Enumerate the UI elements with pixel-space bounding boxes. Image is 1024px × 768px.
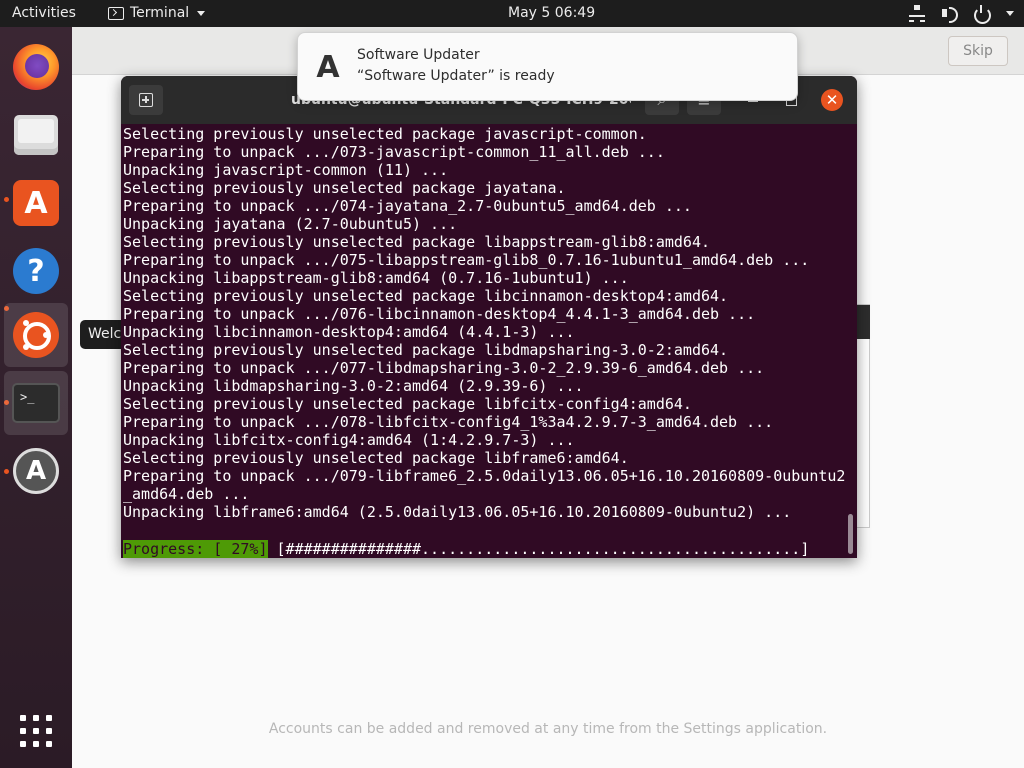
terminal-window[interactable]: ubuntu@ubuntu-Standard-PC-Q35-ICH9-2009:… (121, 76, 857, 558)
terminal-line: Selecting previously unselected package … (123, 125, 647, 143)
chevron-down-icon (197, 10, 206, 16)
notification-body: “Software Updater” is ready (357, 68, 555, 84)
terminal-line: Unpacking libdmapsharing-3.0-2:amd64 (2.… (123, 377, 584, 395)
close-icon[interactable]: ✕ (821, 89, 843, 111)
progress-label: Progress: [ 27%] (123, 540, 268, 558)
terminal-icon (108, 6, 124, 20)
terminal-icon: >_ (12, 383, 60, 423)
terminal-line: _amd64.deb ... (123, 485, 250, 503)
dock-item-firefox[interactable] (4, 35, 68, 99)
activities-button[interactable]: Activities (12, 5, 76, 21)
dock-item-software-updater[interactable]: A (4, 439, 68, 503)
terminal-line: Unpacking jayatana (2.7-0ubuntu5) ... (123, 215, 458, 233)
power-icon[interactable] (972, 4, 991, 24)
terminal-line: Unpacking libcinnamon-desktop4:amd64 (4.… (123, 323, 575, 341)
progress-line: Progress: [ 27%] [###############.......… (123, 540, 809, 558)
new-tab-icon (139, 93, 153, 107)
terminal-output[interactable]: Selecting previously unselected package … (123, 125, 845, 558)
terminal-line: Selecting previously unselected package … (123, 449, 629, 467)
show-apps-icon[interactable] (20, 715, 52, 747)
top-bar: Activities Terminal May 5 06:49 (0, 0, 1024, 27)
progress-bar: [###############........................… (267, 540, 810, 558)
dock-item-files[interactable] (4, 103, 68, 167)
dock-item-terminal[interactable]: >_ (4, 371, 68, 435)
terminal-scrollbar[interactable] (848, 514, 853, 554)
dock-item-software[interactable]: A (4, 171, 68, 235)
skip-button[interactable]: Skip (948, 36, 1008, 66)
terminal-line: Preparing to unpack .../075-libappstream… (123, 251, 810, 269)
terminal-line: Selecting previously unselected package … (123, 233, 710, 251)
terminal-line: Preparing to unpack .../073-javascript-c… (123, 143, 665, 161)
new-tab-button[interactable] (129, 85, 163, 115)
firefox-icon (13, 44, 59, 90)
terminal-line: Selecting previously unselected package … (123, 287, 729, 305)
software-updater-icon: A (13, 448, 59, 494)
system-tray[interactable] (908, 4, 1014, 24)
terminal-line: Preparing to unpack .../079-libframe6_2.… (123, 467, 845, 485)
app-menu[interactable]: Terminal (108, 5, 206, 21)
dock-item-welcome[interactable] (4, 303, 68, 367)
ubuntu-icon (13, 312, 59, 358)
files-icon (14, 115, 58, 155)
accounts-note: Accounts can be added and removed at any… (268, 721, 828, 737)
notification-title: Software Updater (357, 47, 480, 63)
clock[interactable]: May 5 06:49 (508, 5, 595, 21)
terminal-line: Preparing to unpack .../078-libfcitx-con… (123, 413, 774, 431)
terminal-line: Unpacking javascript-common (11) ... (123, 161, 449, 179)
terminal-line: Unpacking libframe6:amd64 (2.5.0daily13.… (123, 503, 792, 521)
chevron-down-icon[interactable] (1006, 10, 1014, 16)
dock: A ? >_ A (0, 27, 72, 768)
terminal-line: Preparing to unpack .../077-libdmapshari… (123, 359, 765, 377)
help-icon: ? (13, 248, 59, 294)
terminal-line: Unpacking libfcitx-config4:amd64 (1:4.2.… (123, 431, 575, 449)
volume-icon[interactable] (940, 4, 958, 23)
dock-item-help[interactable]: ? (4, 239, 68, 303)
terminal-line: Preparing to unpack .../076-libcinnamon-… (123, 305, 756, 323)
app-menu-label: Terminal (130, 5, 190, 21)
network-icon[interactable] (908, 4, 926, 22)
terminal-line: Selecting previously unselected package … (123, 341, 729, 359)
terminal-line: Unpacking libappstream-glib8:amd64 (0.7.… (123, 269, 629, 287)
terminal-line: Selecting previously unselected package … (123, 395, 692, 413)
terminal-line: Preparing to unpack .../074-jayatana_2.7… (123, 197, 692, 215)
software-updater-icon: A (316, 49, 340, 85)
notification-banner[interactable]: A Software Updater “Software Updater” is… (297, 32, 798, 101)
software-icon: A (13, 180, 59, 226)
terminal-line: Selecting previously unselected package … (123, 179, 566, 197)
